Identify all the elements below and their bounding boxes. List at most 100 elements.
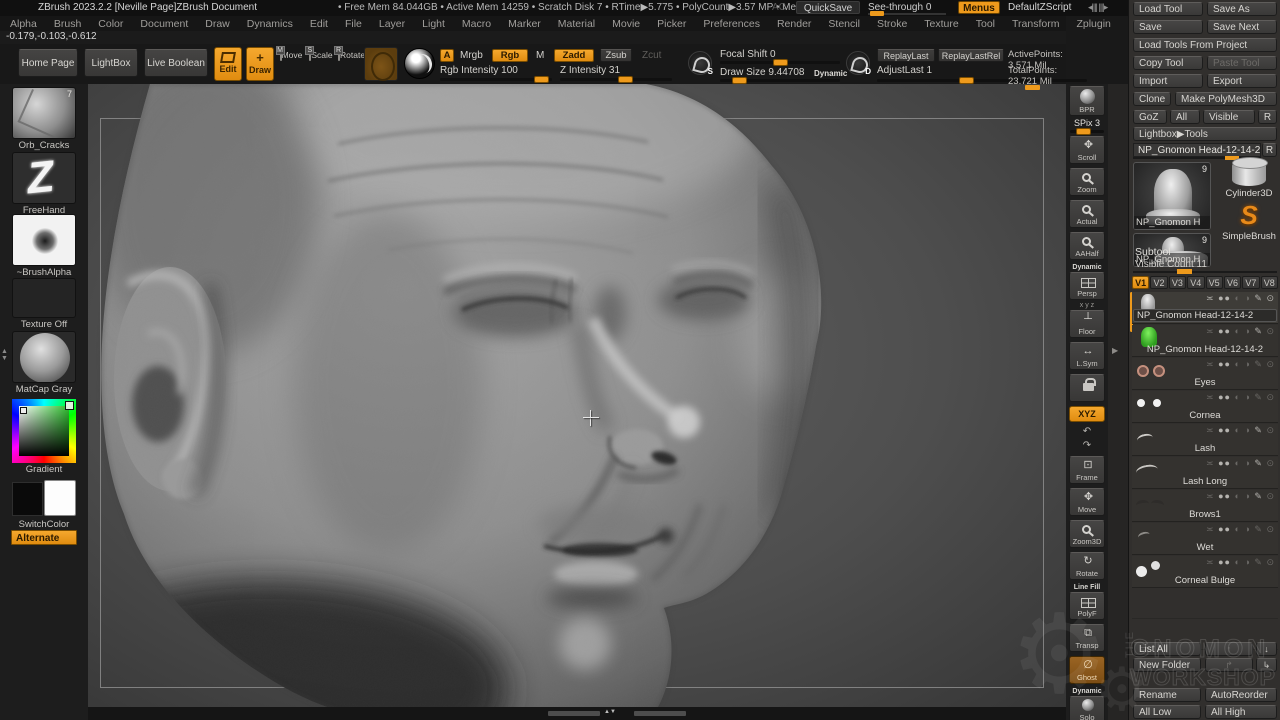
m-toggle[interactable]: M <box>536 50 544 61</box>
stroke-slot-freehand[interactable]: FreeHand <box>11 152 77 216</box>
ghost-transparency-button[interactable]: ∅ Ghost <box>1069 656 1105 684</box>
menu-material[interactable]: Material <box>558 18 595 30</box>
polypaint-icon[interactable]: ●● <box>1218 491 1231 501</box>
current-tool-name-field[interactable]: NP_Gnomon Head-12-14-2 <box>1133 143 1261 157</box>
menus-button[interactable]: Menus <box>958 1 1000 14</box>
uv-icon[interactable]: ◐ <box>1234 491 1240 501</box>
lightbox-button[interactable]: LightBox <box>84 49 138 77</box>
menu-color[interactable]: Color <box>98 18 123 30</box>
visible-count-thumb[interactable] <box>1177 269 1192 274</box>
visibility-eye-icon[interactable]: ⊙ <box>1266 392 1275 402</box>
current-material-sphere[interactable] <box>404 48 435 79</box>
menu-macro[interactable]: Macro <box>462 18 491 30</box>
xyz-rotation-mode-button[interactable]: XYZ <box>1069 406 1105 422</box>
horizontal-scrollbar[interactable]: ▲▼ <box>548 710 688 717</box>
uv-icon[interactable]: ◐ <box>1234 359 1240 369</box>
move-subtool-down-button[interactable]: ↓ <box>1256 642 1277 656</box>
matcap-gray-thumbnail[interactable] <box>12 331 76 383</box>
active-tool-thumbnail[interactable]: 9 NP_Gnomon H <box>1133 162 1211 230</box>
solo-button[interactable]: Solo <box>1069 696 1105 720</box>
current-brush-thumbnail[interactable] <box>364 47 398 81</box>
polypaint-icon[interactable]: ●● <box>1218 326 1231 336</box>
new-folder-button[interactable]: New Folder <box>1133 658 1201 672</box>
redo-arc-icon[interactable]: ↷ <box>1074 440 1100 453</box>
goz-visible-button[interactable]: Visible <box>1203 110 1255 124</box>
nest-out-button[interactable]: ↱ <box>1205 658 1253 672</box>
undo-arc-icon[interactable]: ↶ <box>1074 426 1100 439</box>
default-zscript-label[interactable]: DefaultZScript <box>1008 1 1071 14</box>
subtool-row[interactable]: ≍ ●● ◐ ◑ ✎ ⊙ Corneal Bulge <box>1132 556 1278 588</box>
material-slot[interactable]: MatCap Gray <box>11 331 77 395</box>
edit-pen-icon[interactable]: ✎ <box>1254 326 1263 336</box>
contrast-icon[interactable]: ◑ <box>1244 293 1250 303</box>
tab-v3[interactable]: V3 <box>1169 276 1186 289</box>
menu-layer[interactable]: Layer <box>379 18 405 30</box>
polypaint-icon[interactable]: ●● <box>1218 293 1231 303</box>
menu-zplugin[interactable]: Zplugin <box>1076 18 1110 30</box>
draw-size-slider[interactable] <box>720 79 840 82</box>
nest-in-button[interactable]: ↳ <box>1256 658 1277 672</box>
persp-button[interactable]: Persp <box>1069 272 1105 300</box>
simplebrush-tool[interactable]: S SimpleBrush <box>1221 200 1277 242</box>
color-picker[interactable]: Gradient <box>11 399 77 475</box>
move-subtool-up-button[interactable]: ↑ <box>1205 642 1253 656</box>
clone-button[interactable]: Clone <box>1133 92 1171 106</box>
menu-document[interactable]: Document <box>140 18 188 30</box>
shelf-scroll-arrows[interactable]: ▲▼ <box>1 348 8 362</box>
lightbox-tools-button[interactable]: Lightbox▶Tools <box>1133 127 1277 141</box>
menu-transform[interactable]: Transform <box>1012 18 1059 30</box>
menu-tool[interactable]: Tool <box>976 18 995 30</box>
adjust-last-thumb[interactable] <box>959 77 974 84</box>
z-intensity-thumb[interactable] <box>618 76 633 83</box>
merge-icon[interactable]: ≍ <box>1206 293 1215 303</box>
polypaint-icon[interactable]: ●● <box>1218 524 1231 534</box>
save-next-button[interactable]: Save Next <box>1207 20 1277 34</box>
draw-mode-button[interactable]: + Draw <box>246 47 274 81</box>
uv-icon[interactable]: ◐ <box>1234 293 1240 303</box>
edit-pen-icon[interactable]: ✎ <box>1254 425 1263 435</box>
draw-size-thumb[interactable] <box>732 77 747 84</box>
all-low-button[interactable]: All Low <box>1133 705 1201 719</box>
menu-movie[interactable]: Movie <box>612 18 640 30</box>
uv-icon[interactable]: ◐ <box>1234 326 1240 336</box>
scroll-button[interactable]: ✥ Scroll <box>1069 136 1105 164</box>
alternate-slot[interactable]: Alternate <box>11 530 77 545</box>
edit-pen-icon[interactable]: ✎ <box>1254 359 1263 369</box>
menu-stroke[interactable]: Stroke <box>877 18 907 30</box>
scrollbar-right-segment[interactable] <box>634 711 686 716</box>
uv-icon[interactable]: ◐ <box>1234 524 1240 534</box>
polyframe-button[interactable]: PolyF <box>1069 592 1105 620</box>
move-gizmo-button[interactable]: M Move <box>278 50 304 60</box>
aahalf-button[interactable]: AAHalf <box>1069 232 1105 260</box>
copy-tool-button[interactable]: Copy Tool <box>1133 56 1203 70</box>
a-toggle-button[interactable]: A <box>440 49 454 62</box>
move-canvas-button[interactable]: ✥ Move <box>1069 488 1105 516</box>
load-tools-from-project-button[interactable]: Load Tools From Project <box>1133 38 1277 52</box>
edit-pen-icon[interactable]: ✎ <box>1254 392 1263 402</box>
edit-pen-icon[interactable]: ✎ <box>1254 557 1263 567</box>
goz-button[interactable]: GoZ <box>1133 110 1167 124</box>
edit-pen-icon[interactable]: ✎ <box>1254 524 1263 534</box>
uv-icon[interactable]: ◐ <box>1234 458 1240 468</box>
merge-icon[interactable]: ≍ <box>1206 326 1215 336</box>
contrast-icon[interactable]: ◑ <box>1244 359 1250 369</box>
menu-brush[interactable]: Brush <box>54 18 81 30</box>
transparency-button[interactable]: ⧉ Transp <box>1069 624 1105 652</box>
subtool-name[interactable]: Lash <box>1132 443 1278 454</box>
auto-reorder-button[interactable]: AutoReorder <box>1205 688 1277 702</box>
scrollbar-left-segment[interactable] <box>548 711 600 716</box>
texture-slot[interactable]: Texture Off <box>11 278 77 330</box>
visibility-eye-icon[interactable]: ⊙ <box>1266 524 1275 534</box>
spix-slider[interactable] <box>1070 130 1104 133</box>
visibility-eye-icon[interactable]: ⊙ <box>1266 359 1275 369</box>
orb-cracks-thumbnail[interactable]: 7 <box>12 87 76 139</box>
merge-icon[interactable]: ≍ <box>1206 458 1215 468</box>
export-button[interactable]: Export <box>1207 74 1277 88</box>
contrast-icon[interactable]: ◑ <box>1244 557 1250 567</box>
tab-v6[interactable]: V6 <box>1224 276 1241 289</box>
alpha-slot[interactable]: ~BrushAlpha <box>11 214 77 278</box>
goz-all-button[interactable]: All <box>1170 110 1200 124</box>
visibility-eye-icon[interactable]: ⊙ <box>1266 491 1275 501</box>
load-tool-button[interactable]: Load Tool <box>1133 2 1203 16</box>
paste-tool-button[interactable]: Paste Tool <box>1207 56 1277 70</box>
